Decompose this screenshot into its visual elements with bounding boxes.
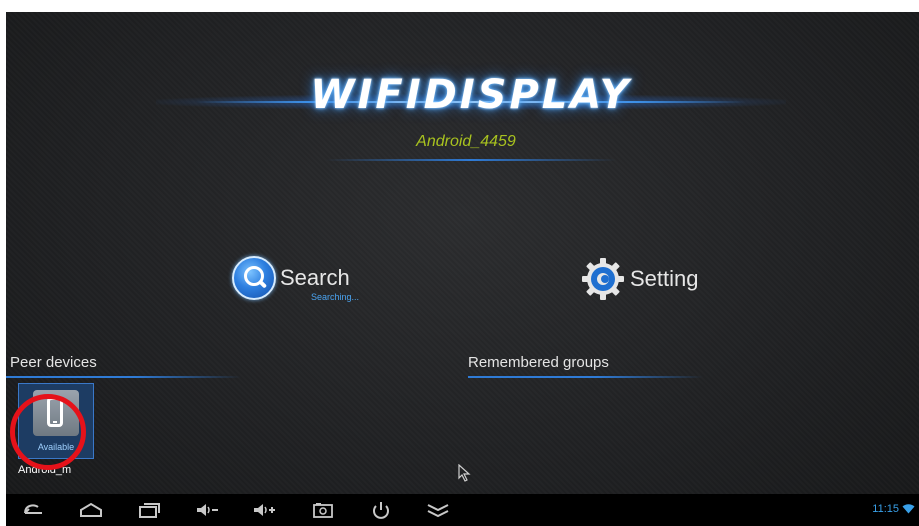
power-icon — [373, 502, 389, 519]
device-name: Android_4459 — [416, 133, 516, 150]
screenshot-icon — [313, 503, 333, 518]
setting-button[interactable]: Setting — [580, 256, 699, 302]
volume-down-icon — [197, 504, 218, 516]
navigation-bar: 11:15 — [6, 494, 919, 526]
search-status: Searching... — [311, 292, 360, 302]
power-button[interactable] — [368, 500, 394, 520]
remembered-groups-divider — [468, 376, 703, 378]
expand-icon — [427, 504, 449, 518]
home-icon — [80, 502, 102, 517]
recent-apps-icon — [139, 503, 160, 518]
back-icon — [24, 504, 42, 514]
screenshot-button[interactable] — [310, 500, 336, 520]
expand-button[interactable] — [425, 500, 451, 520]
app-screen: WIFIDISPLAY Android_4459 Search Searchin… — [6, 12, 919, 526]
peer-devices-divider — [6, 376, 241, 378]
search-icon — [232, 256, 276, 300]
recent-apps-button[interactable] — [136, 500, 162, 520]
volume-up-button[interactable] — [251, 500, 277, 520]
volume-up-icon — [254, 504, 275, 516]
volume-down-button[interactable] — [194, 500, 220, 520]
back-button[interactable] — [20, 500, 46, 520]
app-logo: WIFIDISPLAY — [310, 72, 632, 118]
app-logo-banner: WIFIDISPLAY — [156, 70, 786, 134]
mouse-pointer-icon — [458, 464, 471, 482]
remembered-groups-title: Remembered groups — [468, 354, 609, 371]
search-label: Search — [280, 265, 350, 290]
wifi-icon — [902, 504, 915, 514]
gear-icon — [582, 258, 624, 300]
status-clock: 11:15 — [872, 503, 899, 515]
highlight-circle — [10, 394, 86, 470]
peer-devices-title: Peer devices — [10, 354, 97, 371]
device-name-divider — [326, 159, 616, 161]
home-button[interactable] — [78, 500, 104, 520]
setting-label: Setting — [630, 266, 699, 291]
